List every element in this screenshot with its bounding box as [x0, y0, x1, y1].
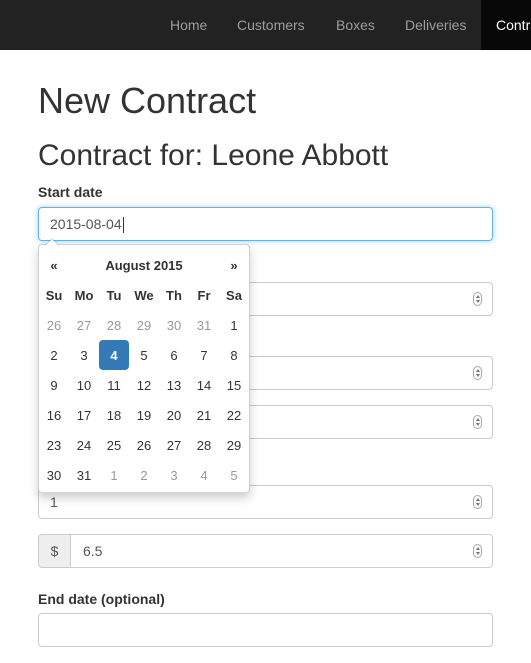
calendar-day[interactable]: 15: [219, 370, 249, 400]
nav-boxes[interactable]: Boxes: [336, 0, 375, 50]
calendar-day[interactable]: 26: [129, 430, 159, 460]
spinner-arrows-icon[interactable]: [473, 544, 482, 558]
calendar-day-other-month[interactable]: 5: [219, 460, 249, 490]
calendar-day[interactable]: 25: [99, 430, 129, 460]
next-month-button[interactable]: »: [219, 250, 249, 280]
weekday-label: Su: [45, 287, 63, 303]
calendar-day[interactable]: 21: [189, 400, 219, 430]
calendar-day[interactable]: 17: [69, 400, 99, 430]
calendar-day[interactable]: 31: [69, 460, 99, 490]
calendar-day-other-month[interactable]: 27: [69, 310, 99, 340]
calendar-day[interactable]: 3: [69, 340, 99, 370]
spinner-arrows-icon[interactable]: [473, 415, 482, 429]
calendar-day[interactable]: 13: [159, 370, 189, 400]
calendar-day[interactable]: 28: [189, 430, 219, 460]
calendar-day[interactable]: 29: [219, 430, 249, 460]
page-title: New Contract: [38, 80, 257, 121]
calendar-grid: « August 2015 » Su Mo Tu We Th Fr Sa 26 …: [39, 250, 249, 490]
nav-contracts[interactable]: Contracts: [481, 0, 531, 50]
calendar-day-other-month[interactable]: 30: [159, 310, 189, 340]
calendar-day[interactable]: 9: [39, 370, 69, 400]
contract-customer-title: Contract for: Leone Abbott: [38, 139, 389, 172]
calendar-day[interactable]: 14: [189, 370, 219, 400]
calendar-day[interactable]: 2: [39, 340, 69, 370]
calendar-day[interactable]: 12: [129, 370, 159, 400]
weekday-label: Sa: [226, 287, 242, 303]
weekday-label: Fr: [197, 287, 211, 303]
currency-addon: $: [38, 534, 71, 568]
prev-month-button[interactable]: «: [39, 250, 69, 280]
start-date-input[interactable]: 2015-08-04: [38, 207, 493, 241]
month-title[interactable]: August 2015: [69, 250, 219, 280]
calendar-day[interactable]: 23: [39, 430, 69, 460]
weekday-label: Th: [166, 287, 182, 303]
weekday-label: Tu: [106, 287, 122, 303]
end-date-input[interactable]: [38, 613, 493, 647]
calendar-day[interactable]: 5: [129, 340, 159, 370]
datepicker-popup: « August 2015 » Su Mo Tu We Th Fr Sa 26 …: [38, 238, 250, 493]
nav-home[interactable]: Home: [170, 0, 207, 50]
weekday-label: We: [134, 287, 154, 303]
spinner-arrows-icon[interactable]: [473, 495, 482, 509]
calendar-day-other-month[interactable]: 4: [189, 460, 219, 490]
price-input-group: $ 6.5: [38, 534, 493, 568]
calendar-day[interactable]: 27: [159, 430, 189, 460]
start-date-label: Start date: [38, 184, 103, 200]
start-date-value: 2015-08-04: [50, 216, 122, 232]
spinner-arrows-icon[interactable]: [473, 366, 482, 380]
calendar-day[interactable]: 19: [129, 400, 159, 430]
calendar-day[interactable]: 22: [219, 400, 249, 430]
nav-customers[interactable]: Customers: [237, 0, 305, 50]
calendar-day-other-month[interactable]: 1: [99, 460, 129, 490]
calendar-day-other-month[interactable]: 2: [129, 460, 159, 490]
calendar-day-other-month[interactable]: 28: [99, 310, 129, 340]
calendar-day-other-month[interactable]: 3: [159, 460, 189, 490]
price-value: 6.5: [83, 543, 103, 559]
calendar-day[interactable]: 11: [99, 370, 129, 400]
top-navbar: Home Customers Boxes Deliveries Contract…: [0, 0, 531, 50]
calendar-day-other-month[interactable]: 29: [129, 310, 159, 340]
text-caret: [122, 217, 124, 234]
calendar-day[interactable]: 18: [99, 400, 129, 430]
quantity-value: 1: [50, 494, 58, 510]
calendar-day-other-month[interactable]: 31: [189, 310, 219, 340]
calendar-day[interactable]: 24: [69, 430, 99, 460]
nav-deliveries[interactable]: Deliveries: [405, 0, 466, 50]
calendar-day-other-month[interactable]: 26: [39, 310, 69, 340]
calendar-day[interactable]: 10: [69, 370, 99, 400]
calendar-day[interactable]: 16: [39, 400, 69, 430]
calendar-day[interactable]: 20: [159, 400, 189, 430]
calendar-day[interactable]: 1: [219, 310, 249, 340]
calendar-day[interactable]: 30: [39, 460, 69, 490]
calendar-day[interactable]: 7: [189, 340, 219, 370]
calendar-day[interactable]: 8: [219, 340, 249, 370]
calendar-day-selected[interactable]: 4: [99, 340, 129, 370]
weekday-label: Mo: [74, 287, 94, 303]
calendar-day[interactable]: 6: [159, 340, 189, 370]
price-input[interactable]: 6.5: [70, 534, 493, 568]
spinner-arrows-icon[interactable]: [473, 292, 482, 306]
end-date-label: End date (optional): [38, 591, 165, 607]
